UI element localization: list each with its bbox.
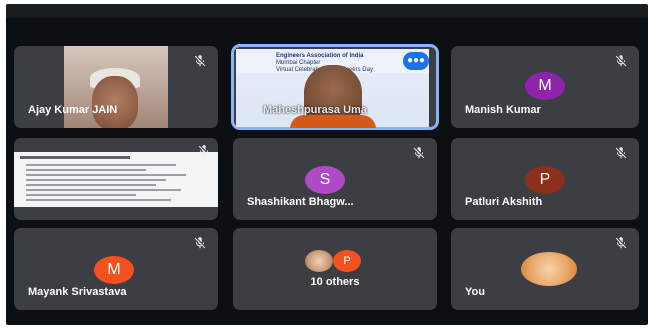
document-line [26, 184, 156, 186]
slide-title-line: Engineers Association of India [276, 53, 364, 59]
mic-off-icon [411, 146, 427, 162]
participant-tile-you[interactable]: You [451, 228, 639, 310]
avatar: P [525, 166, 565, 194]
self-avatar [521, 252, 577, 286]
mic-off-icon [192, 54, 208, 70]
participant-name: You [465, 286, 485, 298]
document-header-line [20, 156, 130, 159]
participant-tile-patluri[interactable]: P Patluri Akshith [451, 138, 639, 220]
participant-name: Maheshpurasa Uma [263, 104, 367, 116]
avatar: S [305, 166, 345, 194]
meeting-frame: Ajay Kumar JAIN Engineers Association of… [6, 4, 648, 325]
document-line [26, 189, 181, 191]
avatar: M [94, 256, 134, 284]
document-line [26, 174, 186, 176]
document-line [26, 194, 136, 196]
document-line [26, 179, 166, 181]
participant-name: Shashikant Bhagw... [247, 196, 354, 208]
others-photo-avatar [305, 250, 333, 272]
document-line [26, 164, 176, 166]
participant-tile-document[interactable] [14, 138, 218, 220]
participant-name: Mayank Srivastava [28, 286, 127, 298]
participant-tile-uma[interactable]: Engineers Association of India Mumbai Ch… [231, 44, 439, 130]
participant-tile-mayank[interactable]: M Mayank Srivastava [14, 228, 218, 310]
participant-name: Ajay Kumar JAIN [28, 104, 118, 116]
participant-name: Manish Kumar [465, 104, 541, 116]
participant-tile-ajay[interactable]: Ajay Kumar JAIN [14, 46, 218, 128]
speaker-shirt [290, 115, 376, 128]
avatar: M [525, 72, 565, 100]
participant-tile-manish[interactable]: M Manish Kumar [451, 46, 639, 128]
document-line [26, 199, 171, 201]
others-count: 10 others [310, 276, 360, 288]
mic-off-icon [613, 54, 629, 70]
participant-tile-others[interactable]: P 10 others [233, 228, 437, 310]
participant-name: Patluri Akshith [465, 196, 543, 208]
participant-tile-shashikant[interactable]: S Shashikant Bhagw... [233, 138, 437, 220]
mic-off-icon [613, 236, 629, 252]
mic-off-icon [192, 236, 208, 252]
speaking-icon: ●●● [403, 52, 429, 70]
mic-off-icon [196, 144, 212, 160]
document-line [26, 169, 146, 171]
top-bar [6, 4, 648, 18]
shared-document [14, 152, 218, 207]
others-initial-avatar: P [333, 250, 361, 272]
video-face [92, 76, 138, 128]
mic-off-icon [613, 146, 629, 162]
